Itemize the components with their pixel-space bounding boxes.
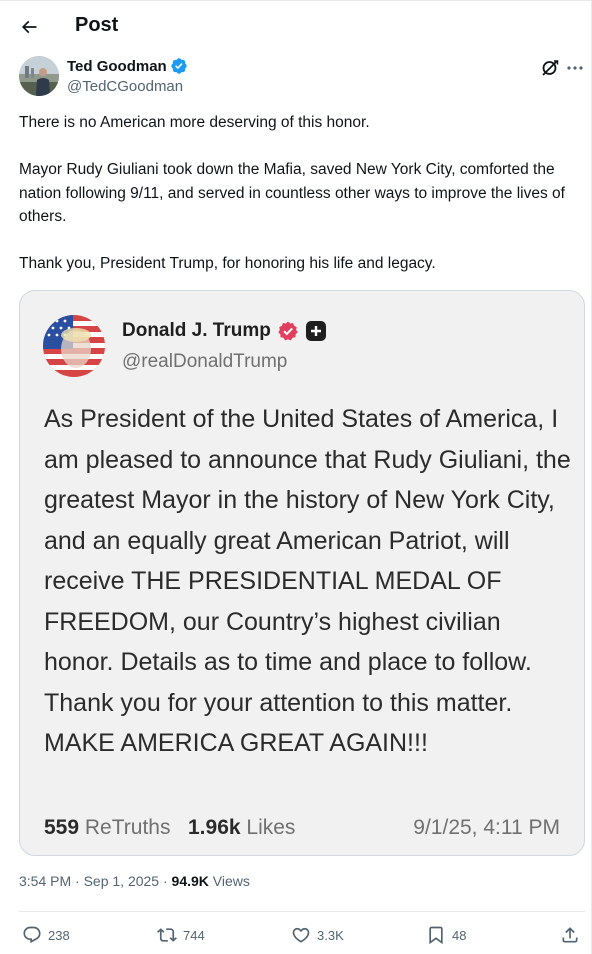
bookmark-button[interactable]: 48 xyxy=(426,922,466,948)
author-row: Ted Goodman @TedCGoodman xyxy=(19,56,585,98)
bookmark-count: 48 xyxy=(452,927,467,943)
author-name-text: Ted Goodman xyxy=(67,57,167,75)
share-button[interactable] xyxy=(560,922,580,948)
tweet-paragraph: Thank you, President Trump, for honoring… xyxy=(19,255,436,272)
reply-count: 238 xyxy=(48,927,70,943)
author-handle[interactable]: @TedCGoodman xyxy=(67,78,183,95)
reply-button[interactable]: 238 xyxy=(22,922,70,948)
truth-avatar xyxy=(43,315,105,377)
views-label: Views xyxy=(208,873,250,889)
grok-button[interactable] xyxy=(540,58,560,78)
retruths-count: 559 xyxy=(44,816,80,839)
author-name[interactable]: Ted Goodman xyxy=(67,57,188,75)
more-button[interactable] xyxy=(565,58,585,78)
back-button[interactable] xyxy=(12,10,46,44)
retruths-label: ReTruths xyxy=(84,816,171,839)
truth-date: 9/1/25, 4:11 PM xyxy=(413,816,560,839)
tweet-paragraph: Mayor Rudy Giuliani took down the Mafia,… xyxy=(19,161,565,225)
truth-author-handle: @realDonaldTrump xyxy=(122,351,288,372)
reply-icon xyxy=(23,926,41,944)
truth-author-name: Donald J. Trump xyxy=(122,320,327,342)
truth-likes-count: 1.96k xyxy=(188,816,241,839)
grok-icon xyxy=(542,60,559,76)
more-icon xyxy=(567,66,583,70)
page-title: Post xyxy=(75,14,119,36)
post-meta: 3:54 PM · Sep 1, 2025 · 94.9K Views xyxy=(19,873,250,889)
tweet-paragraph: There is no American more deserving of t… xyxy=(19,114,370,131)
truth-author-name-text: Donald J. Trump xyxy=(122,320,271,341)
like-button[interactable]: 3.3K xyxy=(291,922,344,948)
truth-text: As President of the United States of Ame… xyxy=(44,405,571,757)
embedded-truth-image[interactable]: Donald J. Trump @realDonaldTrump As Pres… xyxy=(19,290,585,856)
share-icon xyxy=(562,927,578,943)
back-arrow-icon xyxy=(21,20,37,34)
repost-count: 744 xyxy=(183,927,205,943)
repost-icon xyxy=(157,928,177,942)
post-header: Post xyxy=(0,0,592,54)
avatar[interactable] xyxy=(19,56,59,96)
views-count: 94.9K xyxy=(171,873,209,889)
verified-badge-icon xyxy=(171,58,187,74)
post-timestamp[interactable]: 3:54 PM · Sep 1, 2025 · xyxy=(19,873,172,889)
bookmark-icon xyxy=(429,926,443,945)
truth-likes-label: Likes xyxy=(246,816,296,839)
action-bar: 238 744 3.3K 48 xyxy=(19,922,585,948)
like-icon xyxy=(292,927,310,943)
like-count: 3.3K xyxy=(317,927,344,943)
divider xyxy=(19,911,585,912)
repost-button[interactable]: 744 xyxy=(157,922,205,948)
truth-verified-icon xyxy=(278,321,298,341)
tweet-text: There is no American more deserving of t… xyxy=(19,111,579,276)
truth-plus-icon xyxy=(305,321,326,341)
